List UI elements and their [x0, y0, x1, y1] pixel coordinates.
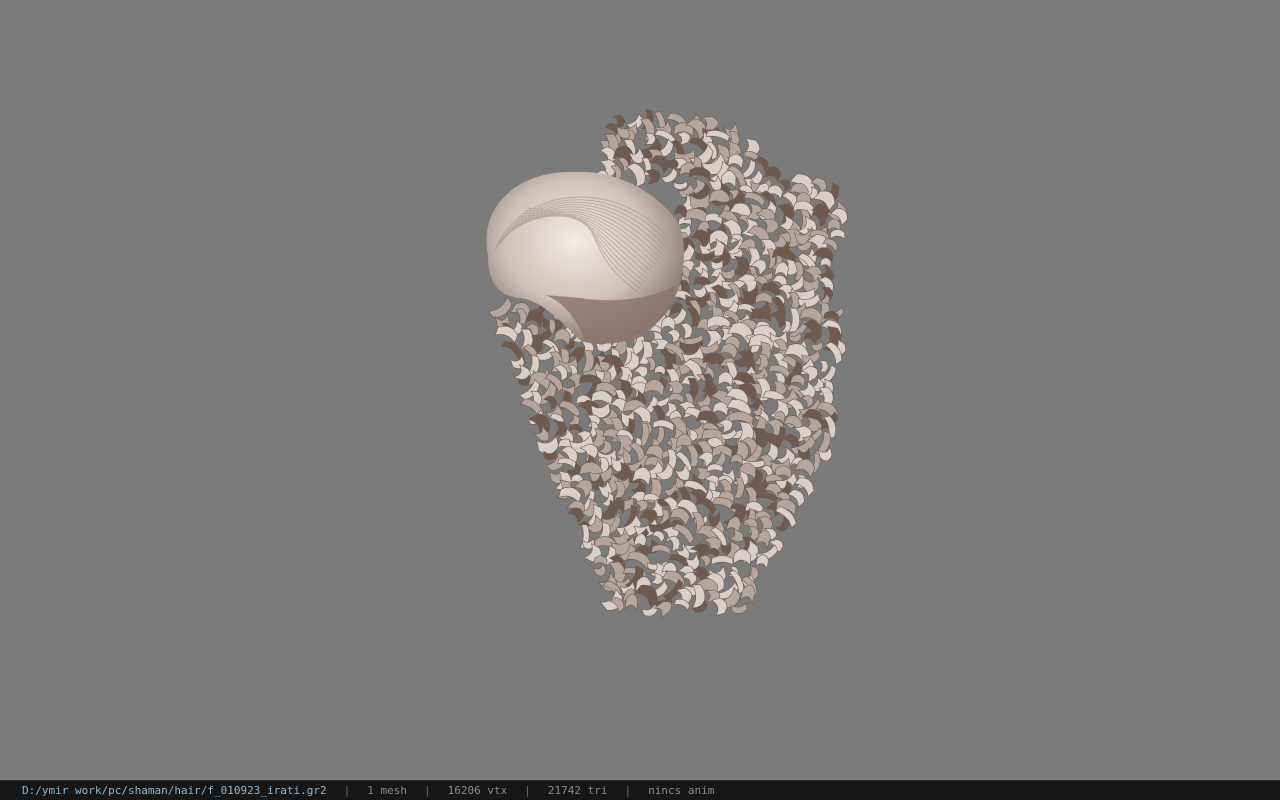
hair-curl-strand: [553, 420, 567, 436]
hair-curl-strand: [819, 360, 829, 373]
hair-curl-strand: [830, 229, 846, 240]
separator: |: [343, 784, 351, 797]
3d-viewport[interactable]: [0, 0, 1280, 780]
separator: |: [424, 784, 431, 797]
hair-model-render: [486, 108, 848, 619]
vertex-count-label: 16206 vtx: [447, 784, 508, 797]
hair-curl-strand: [644, 168, 661, 185]
file-path-label: D:/ymir work/pc/shaman/hair/f_010923_ira…: [22, 784, 327, 797]
hair-curl-strand: [668, 392, 685, 405]
separator: |: [624, 784, 632, 797]
hair-curl-strand: [487, 296, 513, 318]
animation-status-label: nincs anim: [648, 784, 715, 797]
hair-curl-strand: [810, 340, 824, 352]
hair-curl-strand: [679, 322, 693, 339]
separator: |: [524, 784, 531, 797]
mesh-count-label: 1 mesh: [367, 784, 408, 797]
hair-curl-strand: [727, 528, 745, 543]
hair-curl-strand: [592, 562, 607, 577]
hair-curl-strand: [653, 365, 666, 377]
hair-bun: [486, 171, 684, 344]
hair-curl-strand: [673, 180, 688, 190]
triangle-count-label: 21742 tri: [547, 784, 608, 797]
status-bar: D:/ymir work/pc/shaman/hair/f_010923_ira…: [0, 780, 1280, 800]
